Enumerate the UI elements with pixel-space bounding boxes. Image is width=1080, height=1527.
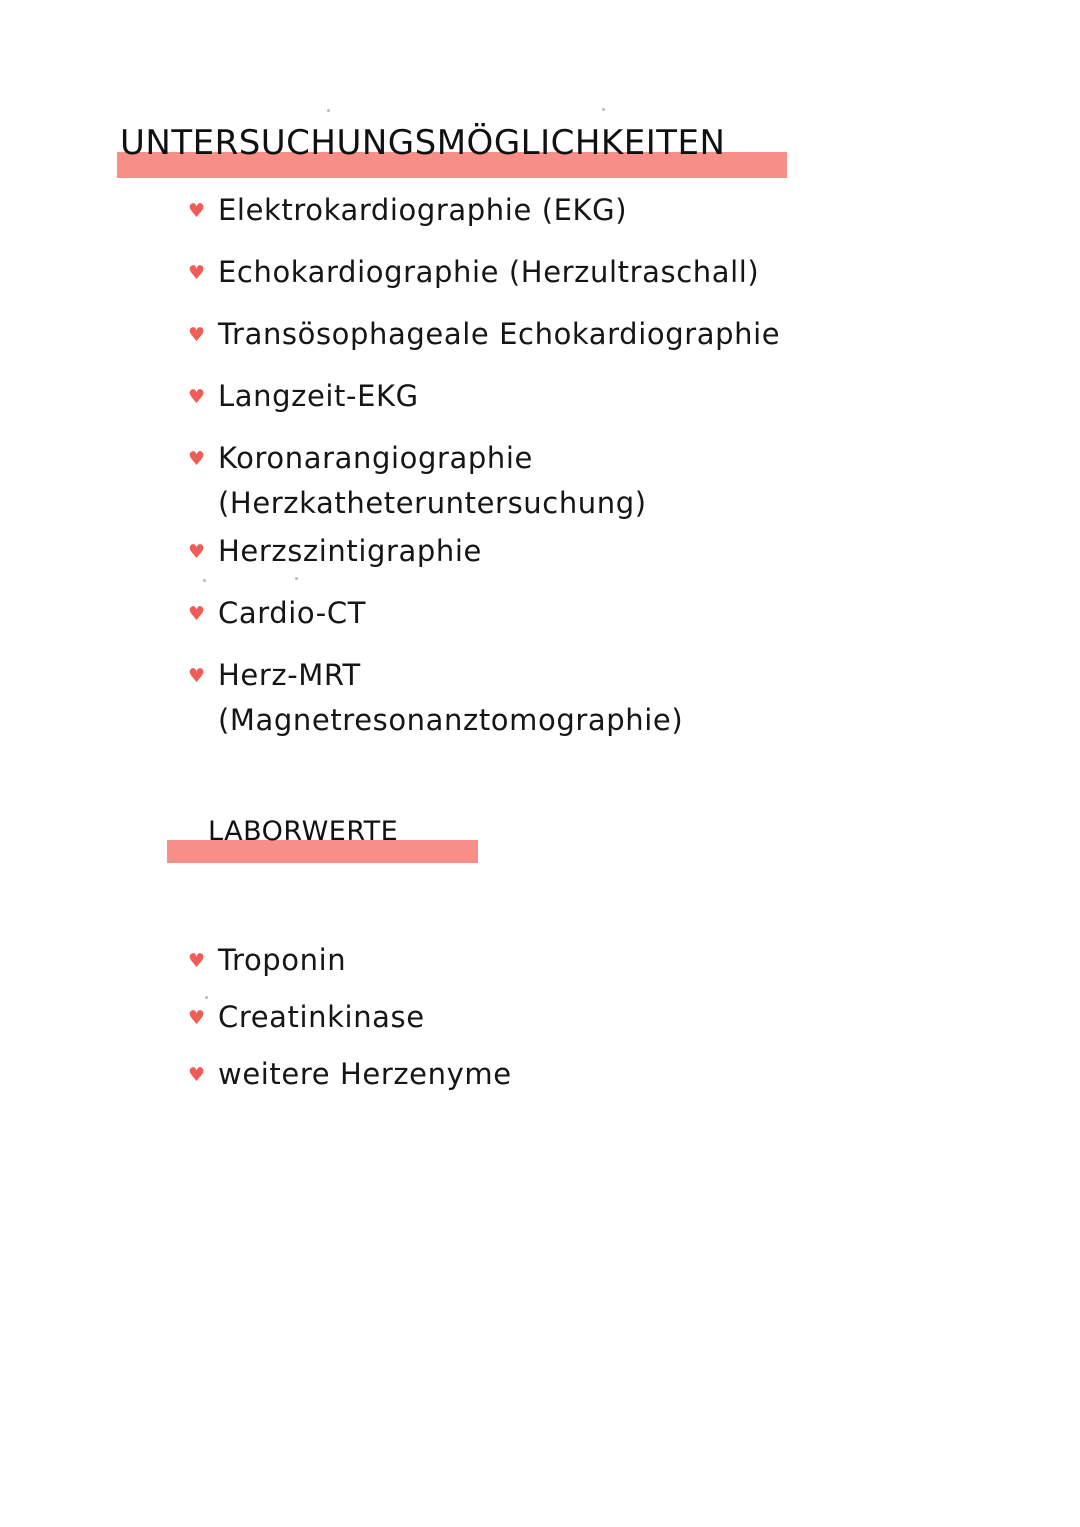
list-item-row: ♥ Transösophageale Echokardiographie [188, 317, 1028, 351]
list-item-row: ♥ Herz-MRT [188, 657, 1028, 692]
list-item: ♥ Cardio-CT [188, 595, 1028, 644]
list-item: ♥ Herz-MRT (Magnetresonanztomographie) [188, 657, 1028, 737]
list-item-label: Echokardiographie (Herzultraschall) [218, 255, 760, 289]
list-item-label: Creatinkinase [218, 1000, 425, 1034]
list-item-row: ♥ Langzeit-EKG [188, 379, 1028, 413]
list-item-row: ♥ weitere Herzenyme [188, 1057, 788, 1091]
list-item: ♥ Echokardiographie (Herzultraschall) [188, 255, 1028, 303]
list-item: ♥ Herzszintigraphie [188, 533, 1028, 582]
list-item-sublabel: (Herzkatheteruntersuchung) [218, 486, 647, 521]
list-item: ♥ Transösophageale Echokardiographie [188, 317, 1028, 365]
list-item-label: Koronarangiographie [218, 441, 533, 475]
heart-bullet-icon: ♥ [188, 324, 206, 346]
list-item-label: weitere Herzenyme [218, 1057, 512, 1091]
list-item-row: ♥ Troponin [188, 943, 788, 977]
heart-bullet-icon: ♥ [188, 1064, 206, 1086]
list-item: ♥ Langzeit-EKG [188, 379, 1028, 427]
list-untersuchungen: ♥ Elektrokardiographie (EKG) ♥ Echokardi… [188, 193, 1028, 752]
list-item-label: Cardio-CT [218, 595, 367, 630]
heart-bullet-icon: ♥ [188, 602, 206, 625]
list-item-row: ♥ Echokardiographie (Herzultraschall) [188, 255, 1028, 289]
list-item: ♥ Koronarangiographie (Herzkatheterunter… [188, 441, 1028, 521]
heart-bullet-icon: ♥ [188, 664, 206, 687]
list-item-sublabel: (Magnetresonanztomographie) [218, 702, 684, 737]
list-item-label: Herzszintigraphie [218, 533, 482, 568]
list-item-label: Langzeit-EKG [218, 379, 419, 413]
list-item: ♥ Creatinkinase [188, 1000, 788, 1048]
list-laborwerte: ♥ Troponin ♥ Creatinkinase ♥ weitere Her… [188, 943, 788, 1116]
list-item-label: Troponin [218, 943, 347, 977]
heart-bullet-icon: ♥ [188, 1007, 206, 1029]
list-item: ♥ Troponin [188, 943, 788, 991]
heart-bullet-icon: ♥ [188, 262, 206, 284]
list-item-row: ♥ Herzszintigraphie [188, 533, 1028, 568]
heart-bullet-icon: ♥ [188, 386, 206, 408]
section-heading-laborwerte: Laborwerte [167, 806, 687, 868]
list-item-row: ♥ Creatinkinase [188, 1000, 788, 1034]
list-item: ♥ Elektrokardiographie (EKG) [188, 193, 1028, 241]
list-item: ♥ weitere Herzenyme [188, 1057, 788, 1105]
section-heading-untersuchungen: Untersuchungsmöglichkeiten [117, 112, 877, 182]
note-page: Untersuchungsmöglichkeiten ♥ Elektrokard… [0, 0, 1080, 1527]
list-item-row: ♥ Elektrokardiographie (EKG) [188, 193, 1028, 227]
heart-bullet-icon: ♥ [188, 540, 206, 563]
heart-bullet-icon: ♥ [188, 448, 206, 470]
page-title: Untersuchungsmöglichkeiten [120, 110, 726, 166]
list-item-row: ♥ Koronarangiographie [188, 441, 1028, 475]
heart-bullet-icon: ♥ [188, 950, 206, 972]
list-item-row: ♥ Cardio-CT [188, 595, 1028, 630]
heart-bullet-icon: ♥ [188, 200, 206, 222]
section-title: Laborwerte [208, 805, 399, 849]
list-item-label: Elektrokardiographie (EKG) [218, 193, 628, 227]
list-item-label: Herz-MRT [218, 657, 361, 692]
list-item-label: Transösophageale Echokardiographie [218, 317, 781, 351]
